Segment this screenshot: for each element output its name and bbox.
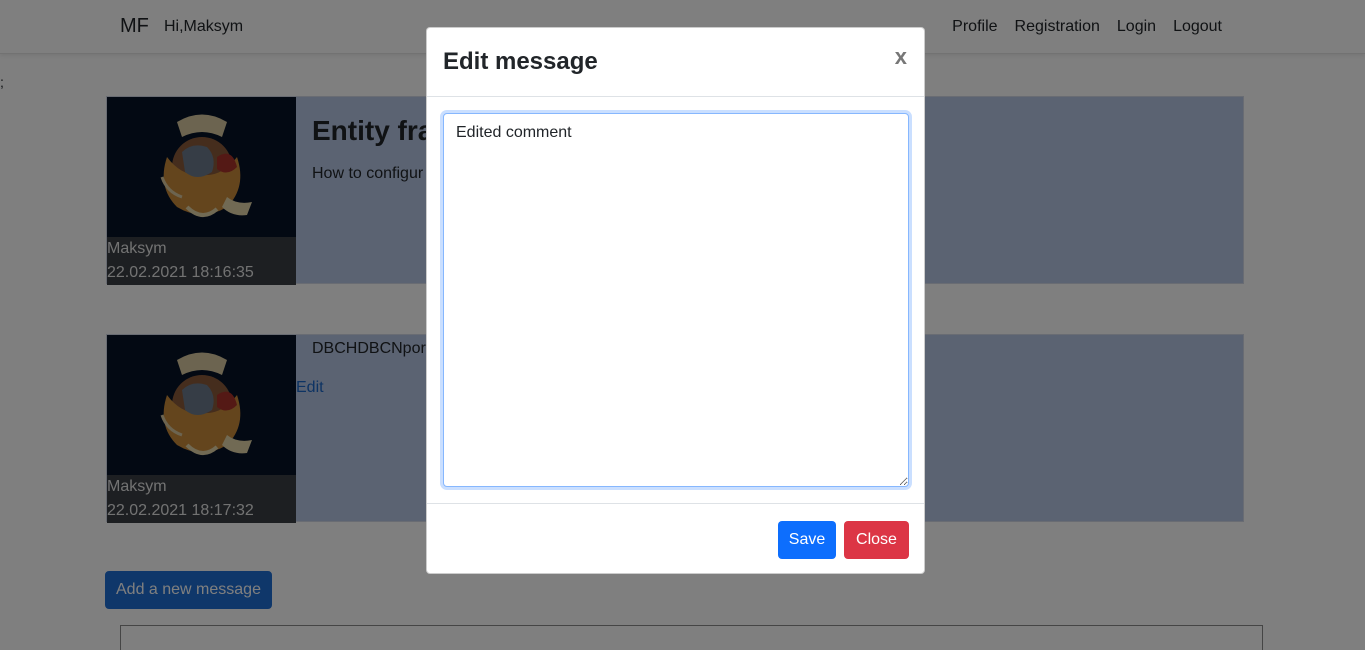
- modal-title: Edit message: [443, 48, 598, 75]
- close-button[interactable]: Close: [844, 521, 909, 559]
- close-icon[interactable]: x: [895, 46, 907, 68]
- modal-footer: Save Close: [427, 503, 924, 575]
- modal-header: Edit message x: [427, 28, 924, 97]
- modal-body: Edited comment: [427, 97, 924, 503]
- message-textarea[interactable]: Edited comment: [443, 113, 909, 487]
- save-button[interactable]: Save: [778, 521, 836, 559]
- edit-message-modal: Edit message x Edited comment Save Close: [426, 27, 925, 574]
